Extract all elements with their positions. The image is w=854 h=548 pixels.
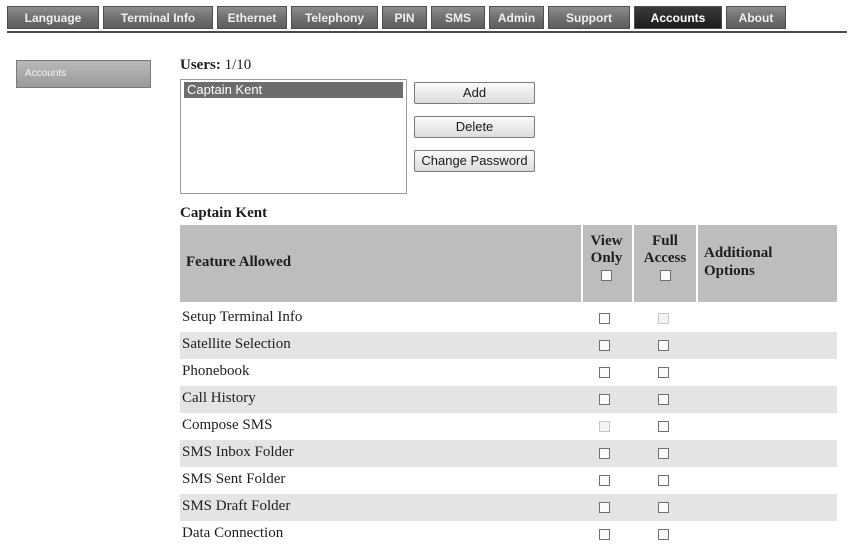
additional-header-line2: Options xyxy=(704,263,755,279)
view-only-checkbox[interactable] xyxy=(599,448,610,459)
view-only-checkbox[interactable] xyxy=(599,475,610,486)
full-access-checkbox[interactable] xyxy=(658,367,669,378)
delete-user-button[interactable]: Delete xyxy=(414,116,535,138)
feature-label: Data Connection xyxy=(182,525,284,541)
view-only-checkbox[interactable] xyxy=(599,502,610,513)
full-access-checkbox[interactable] xyxy=(658,502,669,513)
full-access-checkbox[interactable] xyxy=(658,313,669,324)
selected-user-title: Captain Kent xyxy=(180,205,268,221)
tab-pin[interactable]: PIN xyxy=(382,6,427,29)
table-row: SMS Sent Folder xyxy=(180,467,837,494)
full-access-checkbox[interactable] xyxy=(658,421,669,432)
full-access-checkbox[interactable] xyxy=(658,475,669,486)
feature-label: Phonebook xyxy=(182,363,250,379)
tab-language[interactable]: Language xyxy=(7,6,99,29)
tab-support[interactable]: Support xyxy=(548,6,630,29)
tab-terminal-info[interactable]: Terminal Info xyxy=(103,6,213,29)
full-access-select-all-checkbox[interactable] xyxy=(659,270,671,281)
feature-label: SMS Inbox Folder xyxy=(182,444,294,460)
permissions-table-header: Feature Allowed View Only Full Access Ad… xyxy=(180,225,839,310)
tab-accounts[interactable]: Accounts xyxy=(634,6,722,29)
view-only-checkbox[interactable] xyxy=(599,340,610,351)
table-row: Data Connection xyxy=(180,521,837,548)
users-label: Users: xyxy=(180,57,221,73)
tab-telephony[interactable]: Telephony xyxy=(291,6,378,29)
full-access-checkbox[interactable] xyxy=(658,340,669,351)
feature-label: Setup Terminal Info xyxy=(182,309,303,325)
users-count: 1/10 xyxy=(224,57,252,73)
user-list-item[interactable]: Captain Kent xyxy=(184,82,403,98)
feature-column-header: Feature Allowed xyxy=(180,225,579,302)
table-row: SMS Inbox Folder xyxy=(180,440,837,467)
tab-sms[interactable]: SMS xyxy=(431,6,485,29)
user-list[interactable]: Captain Kent xyxy=(180,79,407,194)
feature-label: Call History xyxy=(182,390,256,406)
tab-ethernet[interactable]: Ethernet xyxy=(217,6,287,29)
view-header-line1: View xyxy=(590,233,623,249)
sidebar-item-accounts[interactable]: Accounts xyxy=(16,60,151,88)
view-only-checkbox[interactable] xyxy=(599,367,610,378)
full-access-checkbox[interactable] xyxy=(658,394,669,405)
feature-label: SMS Draft Folder xyxy=(182,498,291,514)
add-user-button[interactable]: Add xyxy=(414,82,535,104)
table-row: Setup Terminal Info xyxy=(180,305,837,332)
table-row: Phonebook xyxy=(180,359,837,386)
feature-header-label: Feature Allowed xyxy=(186,254,292,270)
users-count-label: Users: 1/10 xyxy=(180,57,251,74)
feature-label: Compose SMS xyxy=(182,417,273,433)
additional-header-line1: Additional xyxy=(704,245,773,261)
top-nav: Language Terminal Info Ethernet Telephon… xyxy=(7,6,786,29)
view-only-checkbox[interactable] xyxy=(599,421,610,432)
view-only-checkbox[interactable] xyxy=(599,529,610,540)
table-row: Compose SMS xyxy=(180,413,837,440)
nav-divider xyxy=(7,31,847,33)
view-header-line2: Only xyxy=(590,250,623,266)
view-only-checkbox[interactable] xyxy=(599,313,610,324)
full-header-line2: Access xyxy=(643,250,687,266)
feature-label: SMS Sent Folder xyxy=(182,471,286,487)
full-access-checkbox[interactable] xyxy=(658,529,669,540)
tab-admin[interactable]: Admin xyxy=(489,6,544,29)
tab-about[interactable]: About xyxy=(726,6,786,29)
table-row: SMS Draft Folder xyxy=(180,494,837,521)
full-access-column-header: Full Access xyxy=(632,225,696,310)
table-row: Call History xyxy=(180,386,837,413)
view-only-column-header: View Only xyxy=(581,225,630,310)
table-row: Satellite Selection xyxy=(180,332,837,359)
change-password-button[interactable]: Change Password xyxy=(414,150,535,172)
additional-options-column-header: Additional Options xyxy=(696,225,839,302)
view-only-checkbox[interactable] xyxy=(599,394,610,405)
feature-label: Satellite Selection xyxy=(182,336,291,352)
full-header-line1: Full xyxy=(652,233,678,249)
full-access-checkbox[interactable] xyxy=(658,448,669,459)
view-only-select-all-checkbox[interactable] xyxy=(601,270,612,281)
permissions-table-body: Setup Terminal Info Satellite Selection … xyxy=(180,305,837,548)
